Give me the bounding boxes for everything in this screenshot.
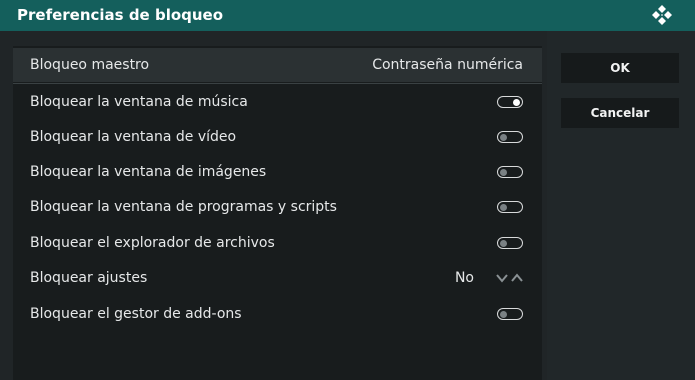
toggle-switch-off[interactable] [497,131,523,143]
setting-label: Bloquear la ventana de programas y scrip… [30,199,337,215]
toggle-switch-off[interactable] [497,308,523,320]
setting-lock-pictures-window[interactable]: Bloquear la ventana de imágenes [13,155,542,189]
toggle-knob [513,98,520,106]
setting-label: Bloquear la ventana de música [30,94,248,110]
lock-preferences-dialog: Preferencias de bloqueo Bloqueo maestro … [0,0,695,380]
setting-value: No [454,270,474,286]
toggle-switch-off[interactable] [497,237,523,249]
toggle-knob [500,310,507,318]
setting-lock-settings[interactable]: Bloquear ajustes No [13,261,542,295]
setting-master-lock[interactable]: Bloqueo maestro Contraseña numérica [13,48,542,82]
setting-lock-music-window[interactable]: Bloquear la ventana de música [13,85,542,119]
setting-lock-programs-window[interactable]: Bloquear la ventana de programas y scrip… [13,190,542,224]
dialog-title: Preferencias de bloqueo [17,6,224,24]
toggle-knob [500,239,507,247]
setting-label: Bloquear la ventana de vídeo [30,129,237,145]
toggle-switch-off[interactable] [497,166,523,178]
setting-label: Bloquear ajustes [30,270,148,286]
button-panel [547,31,695,380]
settings-list: Bloqueo maestro Contraseña numérica Bloq… [13,46,542,380]
setting-lock-video-window[interactable]: Bloquear la ventana de vídeo [13,120,542,154]
toggle-switch-off[interactable] [497,201,523,213]
setting-label: Bloquear el gestor de add-ons [30,306,242,322]
setting-lock-file-manager[interactable]: Bloquear el explorador de archivos [13,226,542,260]
setting-value: Contraseña numérica [372,57,523,73]
setting-label: Bloqueo maestro [30,57,150,73]
toggle-knob [500,168,507,176]
setting-label: Bloquear el explorador de archivos [30,235,275,251]
ok-button[interactable]: OK [561,53,679,83]
cancel-button[interactable]: Cancelar [561,98,679,128]
toggle-knob [500,133,507,141]
toggle-knob [500,203,507,211]
divider [13,83,542,84]
setting-label: Bloquear la ventana de imágenes [30,164,267,180]
setting-lock-addon-manager[interactable]: Bloquear el gestor de add-ons [13,297,542,331]
kodi-logo-icon [652,5,672,25]
toggle-switch-on[interactable] [497,96,523,108]
spinner-arrows-icon[interactable] [495,271,525,285]
title-bar: Preferencias de bloqueo [0,0,695,31]
